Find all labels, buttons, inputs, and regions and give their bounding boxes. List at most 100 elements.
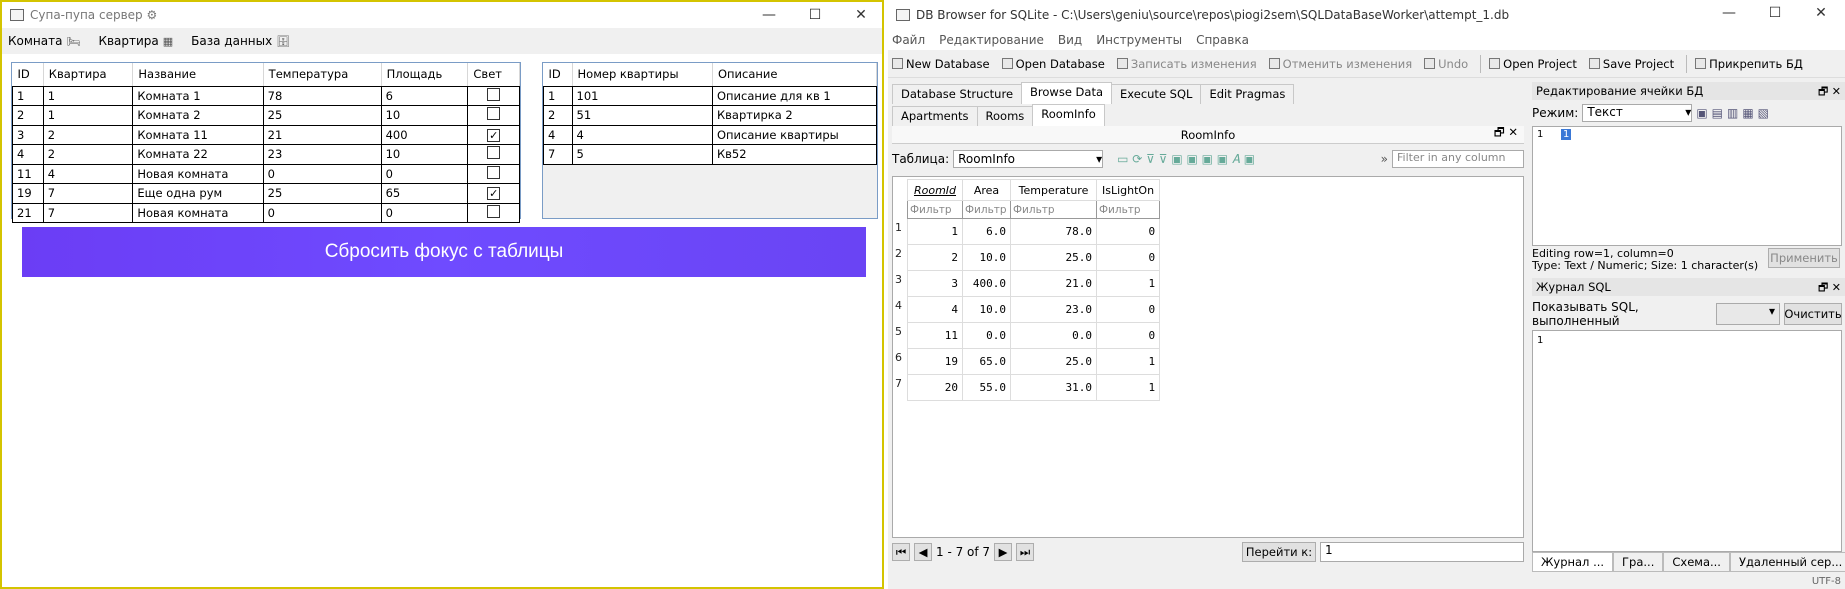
main-tab[interactable]: Database Structure: [892, 84, 1023, 104]
table-row[interactable]: 1 101 Описание для кв 1: [543, 85, 878, 106]
dock-close-icon[interactable]: 🗗 ✕: [1818, 83, 1841, 102]
table-row[interactable]: 11 4 Новая комната 0 0: [12, 163, 520, 184]
table-cell[interactable]: 21: [12, 202, 44, 223]
sql-log-area[interactable]: 1: [1532, 330, 1842, 552]
table-cell[interactable]: 78.0: [1010, 218, 1097, 245]
table-cell[interactable]: 0: [1095, 218, 1161, 245]
goto-input[interactable]: 1: [1320, 542, 1524, 562]
table-row[interactable]: 3 2 Комната 11 21 400 ✓: [12, 124, 520, 145]
table-cell[interactable]: [467, 163, 520, 184]
maximize-icon[interactable]: ☐: [792, 2, 838, 28]
data-grid[interactable]: 1234567 RoomId Area Temperature IsLightOn Ф…: [892, 176, 1524, 538]
db-close-icon[interactable]: ✕: [1798, 0, 1844, 26]
table-cell[interactable]: 3: [907, 270, 963, 297]
sql-show-select[interactable]: ▾: [1715, 303, 1780, 325]
toolbar-button[interactable]: Open Project: [1489, 57, 1577, 71]
table-cell[interactable]: 25.0: [1010, 348, 1097, 375]
table-cell[interactable]: Комната 2: [132, 105, 264, 126]
menu-apartment[interactable]: Квартира ▦: [98, 34, 173, 48]
table-cell[interactable]: 25: [262, 183, 382, 204]
table-cell[interactable]: ✓: [467, 124, 520, 145]
minimize-icon[interactable]: —: [746, 2, 792, 28]
bottom-tab[interactable]: Схема...: [1663, 552, 1730, 572]
table-row[interactable]: 2 51 Квартирка 2: [543, 105, 878, 126]
db-menu-item[interactable]: Файл: [892, 33, 925, 47]
table-cell[interactable]: Комната 22: [132, 144, 264, 165]
table-select[interactable]: RoomInfo ▾: [953, 150, 1104, 168]
table-cell[interactable]: 0: [380, 163, 469, 184]
table-cell[interactable]: Новая комната: [132, 163, 264, 184]
column-header[interactable]: Area: [962, 179, 1011, 201]
table-cell[interactable]: [467, 144, 520, 165]
table-cell[interactable]: 11: [12, 163, 44, 184]
column-header[interactable]: RoomId: [907, 179, 963, 201]
table-cell[interactable]: 78: [262, 85, 382, 106]
table-cell[interactable]: 4: [571, 124, 713, 145]
table-cell[interactable]: Кв52: [711, 144, 878, 165]
rooms-header-cell[interactable]: Квартира: [43, 63, 134, 87]
table-row[interactable]: 1 6.0 78.0 0: [907, 218, 1161, 245]
table-row[interactable]: 19 7 Еще одна рум 25 65 ✓: [12, 183, 520, 204]
sub-tab[interactable]: Rooms: [976, 106, 1034, 126]
table-cell[interactable]: 1: [12, 85, 44, 106]
table-cell[interactable]: 0: [1095, 296, 1161, 323]
prev-page-icon[interactable]: ◀: [914, 543, 932, 561]
table-cell[interactable]: 4: [907, 296, 963, 323]
table-cell[interactable]: 31.0: [1010, 374, 1097, 401]
rooms-grid[interactable]: ID Квартира Название Температура Площадь Свет…: [11, 62, 521, 223]
light-checkbox[interactable]: ✓: [487, 187, 501, 201]
db-minimize-icon[interactable]: —: [1706, 0, 1752, 26]
rooms-header-cell[interactable]: Температура: [263, 63, 382, 87]
table-cell[interactable]: Описание квартиры: [711, 124, 878, 145]
table-cell[interactable]: 0: [262, 202, 382, 223]
light-checkbox[interactable]: [487, 204, 501, 218]
goto-button[interactable]: Перейти к:: [1242, 542, 1316, 562]
table-row[interactable]: 2 1 Комната 2 25 10: [12, 105, 520, 126]
toolbar-button[interactable]: Записать изменения: [1116, 57, 1257, 71]
table-cell[interactable]: 0: [380, 202, 469, 223]
table-cell[interactable]: 3: [12, 124, 44, 145]
table-cell[interactable]: Описание для кв 1: [711, 85, 878, 106]
table-cell[interactable]: 0: [1095, 322, 1161, 349]
apartments-header-cell[interactable]: Описание: [712, 63, 878, 87]
table-cell[interactable]: [467, 105, 520, 126]
table-cell[interactable]: 65: [380, 183, 469, 204]
close-icon[interactable]: ✕: [838, 2, 884, 28]
first-page-icon[interactable]: ⏮: [892, 543, 910, 561]
main-tab[interactable]: Browse Data: [1021, 82, 1113, 104]
apartments-header-cell[interactable]: ID: [543, 63, 573, 87]
table-cell[interactable]: 4: [543, 124, 573, 145]
sql-dock-close-icon[interactable]: 🗗 ✕: [1818, 279, 1841, 298]
light-checkbox[interactable]: [487, 165, 501, 179]
column-header[interactable]: Temperature: [1010, 179, 1097, 201]
table-cell[interactable]: 0: [262, 163, 382, 184]
bottom-tab[interactable]: Журнал ...: [1532, 552, 1614, 572]
db-maximize-icon[interactable]: ☐: [1752, 0, 1798, 26]
table-row[interactable]: 1 1 Комната 1 78 6: [12, 85, 520, 106]
table-cell[interactable]: 400.0: [962, 270, 1011, 297]
table-cell[interactable]: 1: [907, 218, 963, 245]
toolbar-button[interactable]: Undo: [1424, 57, 1468, 71]
bottom-tab[interactable]: Гра...: [1613, 552, 1664, 572]
table-cell[interactable]: 1: [1095, 374, 1161, 401]
clear-button[interactable]: Очистить: [1784, 303, 1842, 325]
filter-input[interactable]: Filter in any column: [1392, 150, 1524, 168]
panel-close-icon[interactable]: 🗗 ✕: [1494, 125, 1518, 144]
table-row[interactable]: 4 4 Описание квартиры: [543, 124, 878, 145]
table-cell[interactable]: 6.0: [962, 218, 1011, 245]
table-cell[interactable]: 19: [12, 183, 44, 204]
table-cell[interactable]: Новая комната: [132, 202, 264, 223]
toolbar-button[interactable]: Прикрепить БД: [1695, 57, 1803, 71]
table-cell[interactable]: 0.0: [1010, 322, 1097, 349]
table-cell[interactable]: 10: [380, 105, 469, 126]
main-tab[interactable]: Edit Pragmas: [1200, 84, 1295, 104]
light-checkbox[interactable]: [487, 146, 501, 160]
db-menu-item[interactable]: Справка: [1196, 33, 1249, 47]
table-cell[interactable]: 2: [12, 105, 44, 126]
table-cell[interactable]: Квартирка 2: [711, 105, 878, 126]
light-checkbox[interactable]: [487, 107, 501, 121]
table-cell[interactable]: ✓: [467, 183, 520, 204]
db-menu-item[interactable]: Инструменты: [1096, 33, 1182, 47]
light-checkbox[interactable]: ✓: [487, 128, 501, 142]
mode-select[interactable]: Текст ▾: [1582, 104, 1693, 122]
